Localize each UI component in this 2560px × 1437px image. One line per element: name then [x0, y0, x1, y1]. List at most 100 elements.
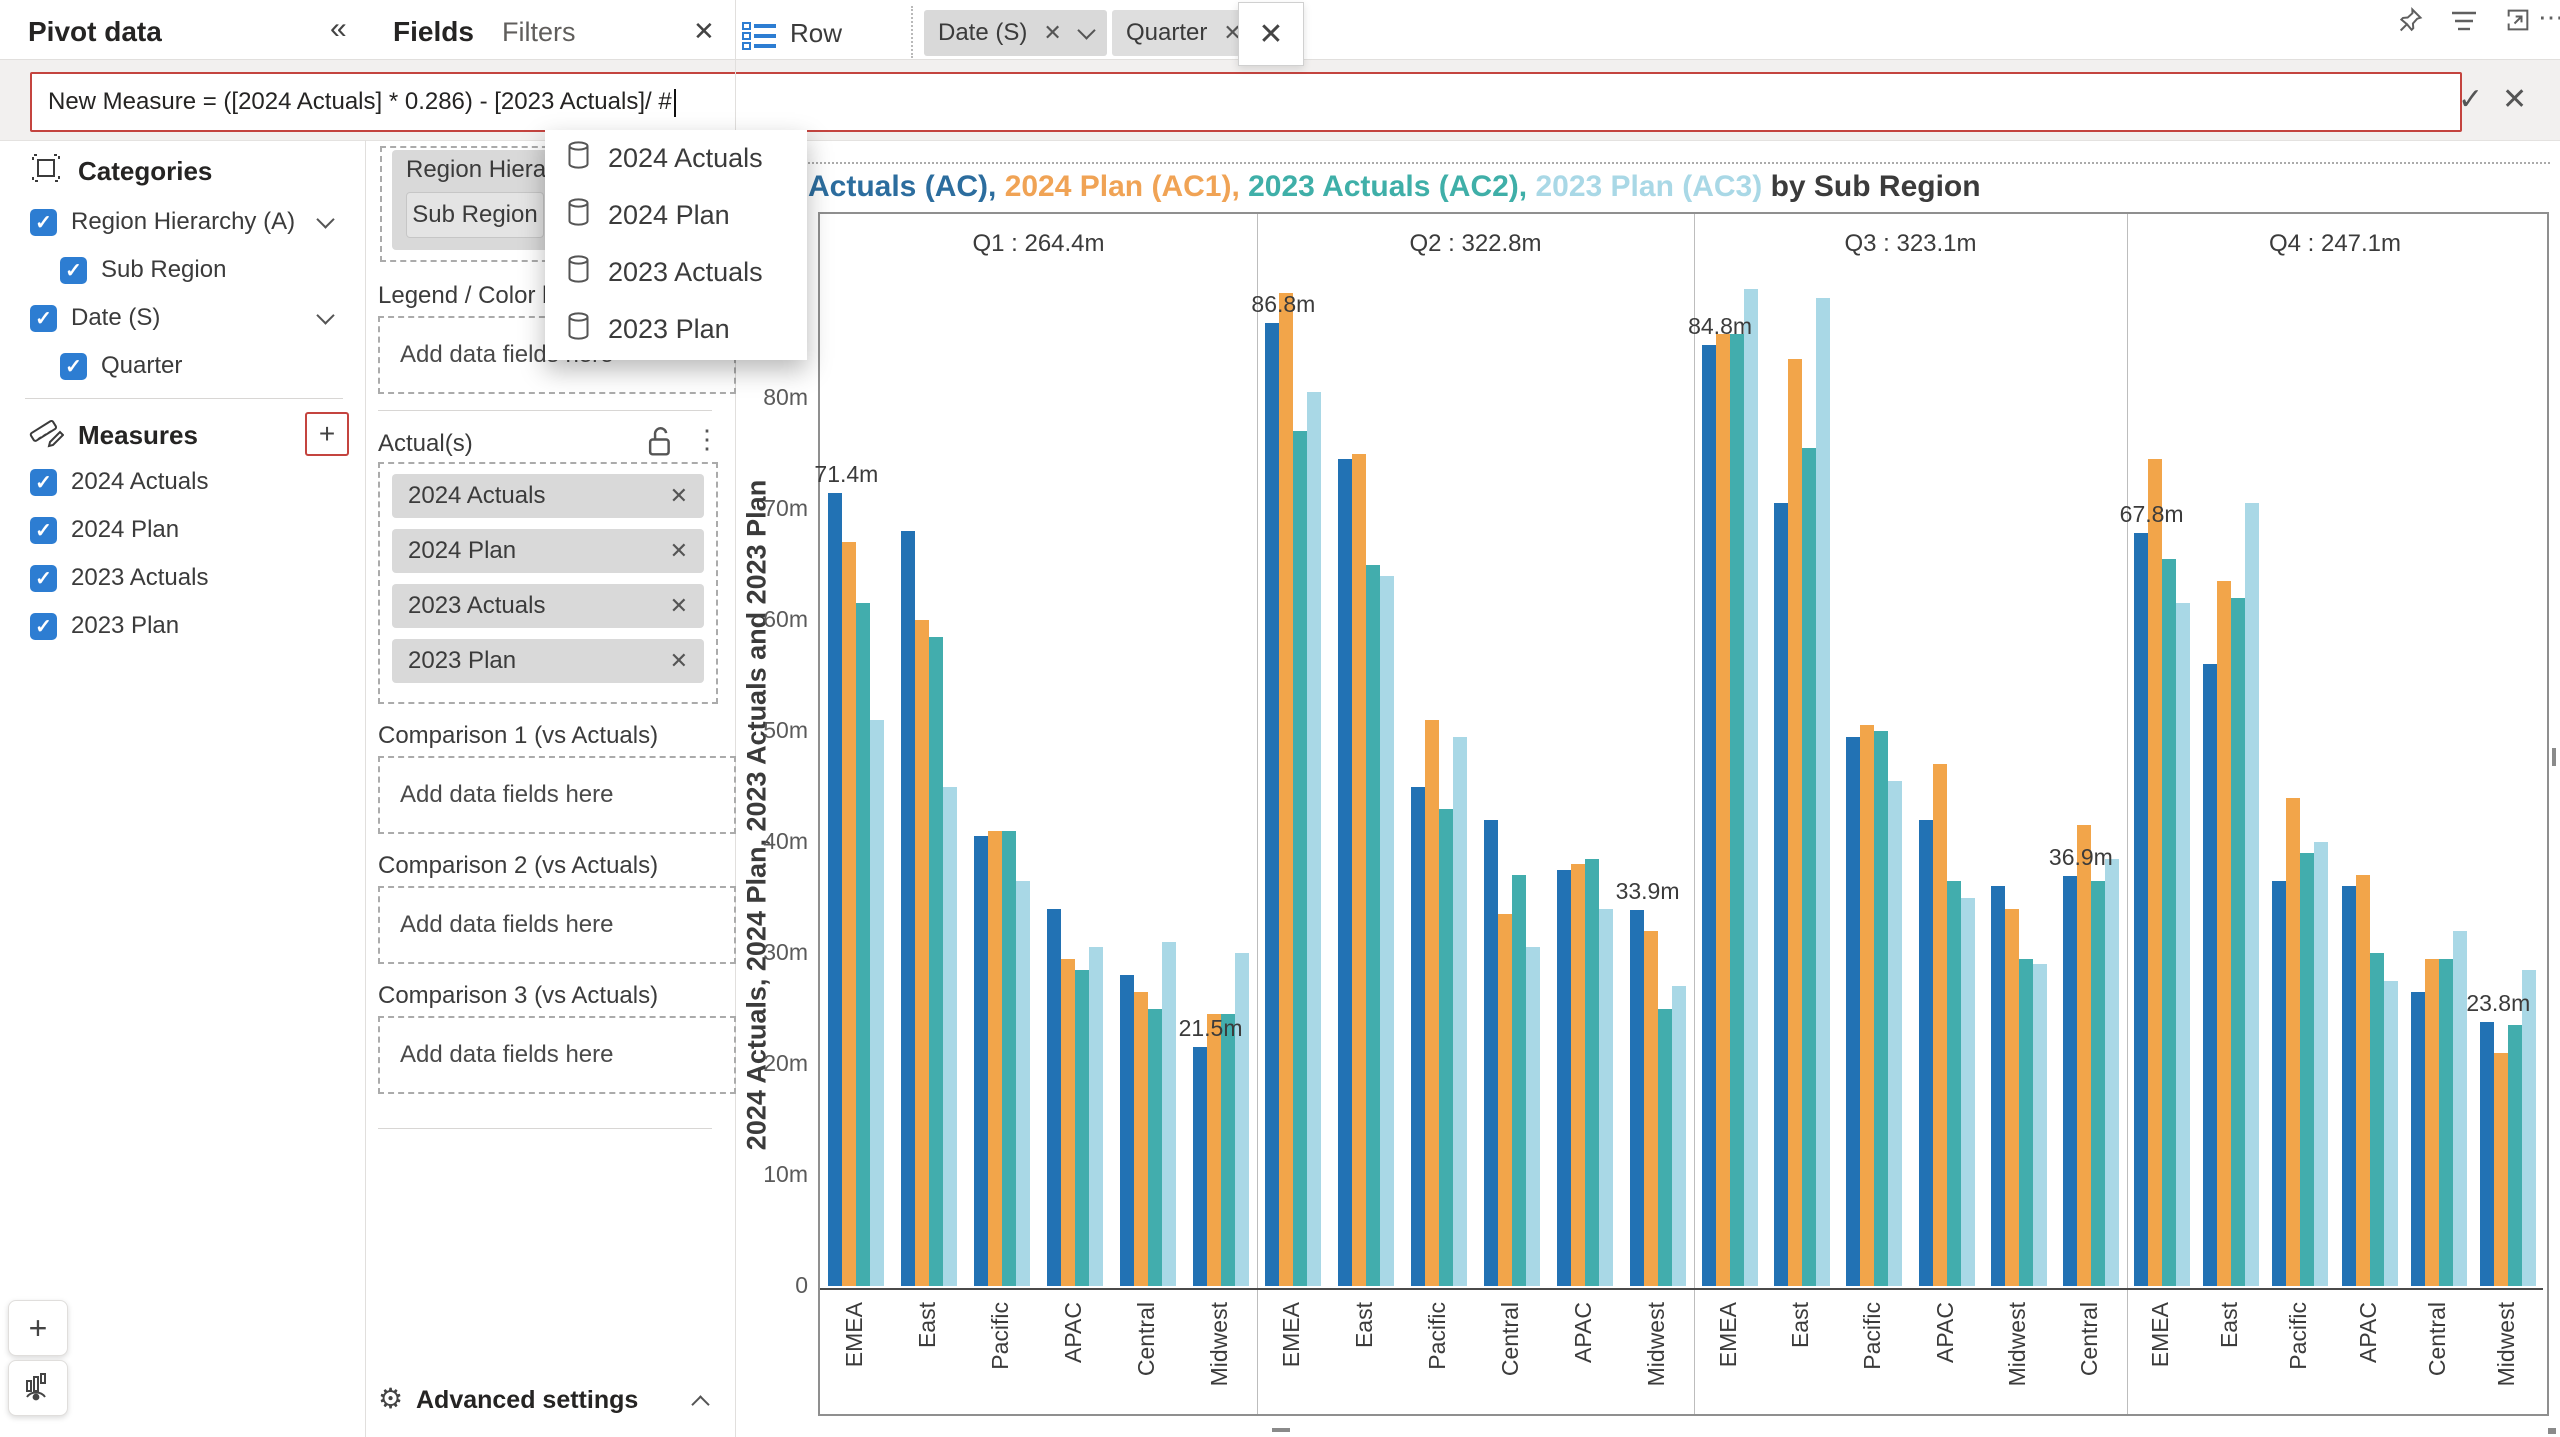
bar-2023-actuals[interactable]	[2508, 1025, 2522, 1286]
tab-fields[interactable]: Fields	[393, 16, 474, 48]
dropdown-item-2023-plan[interactable]: 2023 Plan	[545, 301, 807, 358]
measure-autocomplete-dropdown[interactable]: 2024 Actuals2024 Plan2023 Actuals2023 Pl…	[545, 130, 807, 360]
bar-2024-actuals[interactable]	[2063, 876, 2077, 1286]
chevron-up-icon[interactable]	[691, 1395, 709, 1413]
bar-2023-plan[interactable]	[870, 720, 884, 1286]
bar-2023-plan[interactable]	[2245, 503, 2259, 1286]
unlock-icon[interactable]	[645, 426, 675, 463]
chart-plot-area[interactable]: Q1 : 264.4mEMEAEastPacificAPACCentralMid…	[818, 212, 2549, 1416]
checkbox-checked-icon[interactable]: ✓	[60, 257, 87, 284]
checkbox-checked-icon[interactable]: ✓	[30, 517, 57, 544]
dropdown-item-2024-plan[interactable]: 2024 Plan	[545, 187, 807, 244]
bar-2024-plan[interactable]	[1933, 764, 1947, 1286]
bar-2023-actuals[interactable]	[2370, 953, 2384, 1286]
checkbox-checked-icon[interactable]: ✓	[60, 353, 87, 380]
bar-2023-plan[interactable]	[1089, 947, 1103, 1286]
category-item-quarter[interactable]: ✓Quarter	[30, 342, 350, 390]
category-item-sub-region[interactable]: ✓Sub Region	[30, 246, 350, 294]
field-chip-date[interactable]: Date (S) ✕	[924, 10, 1107, 56]
bar-2023-actuals[interactable]	[1002, 831, 1016, 1286]
remove-field-icon[interactable]: ✕	[670, 483, 688, 509]
fields-panel-close-icon[interactable]: ✕	[693, 16, 715, 47]
bar-2023-actuals[interactable]	[1366, 565, 1380, 1287]
bar-2024-actuals[interactable]	[1630, 910, 1644, 1286]
bar-2023-plan[interactable]	[1016, 881, 1030, 1286]
bar-2024-actuals[interactable]	[1338, 459, 1352, 1286]
bar-2023-actuals[interactable]	[2019, 959, 2033, 1286]
checkbox-checked-icon[interactable]: ✓	[30, 469, 57, 496]
bar-2024-actuals[interactable]	[2411, 992, 2425, 1286]
bar-2024-plan[interactable]	[1498, 914, 1512, 1286]
bar-2024-actuals[interactable]	[1919, 820, 1933, 1286]
pin-icon[interactable]	[2396, 6, 2424, 39]
bar-2023-plan[interactable]	[2105, 859, 2119, 1286]
bar-2023-plan[interactable]	[1744, 289, 1758, 1286]
resize-handle-bottom[interactable]	[1272, 1428, 1290, 1432]
row-chip-sub-region[interactable]: Sub Region	[406, 192, 544, 238]
bar-2024-plan[interactable]	[2494, 1053, 2508, 1286]
bar-2024-plan[interactable]	[1644, 931, 1658, 1286]
bar-2024-plan[interactable]	[1860, 725, 1874, 1286]
actuals-chip-2024-actuals[interactable]: 2024 Actuals✕	[392, 474, 704, 518]
bar-2023-plan[interactable]	[1888, 781, 1902, 1286]
measure-formula-input[interactable]: New Measure = ([2024 Actuals] * 0.286) -…	[30, 72, 2462, 132]
bar-2023-actuals[interactable]	[1439, 809, 1453, 1286]
bar-2023-actuals[interactable]	[929, 637, 943, 1286]
bar-2024-plan[interactable]	[1279, 293, 1293, 1286]
bar-2024-actuals[interactable]	[974, 836, 988, 1286]
checkbox-checked-icon[interactable]: ✓	[30, 565, 57, 592]
checkbox-checked-icon[interactable]: ✓	[30, 305, 57, 332]
measure-item-2023-actuals[interactable]: ✓2023 Actuals	[30, 554, 350, 602]
bar-2024-plan[interactable]	[1716, 334, 1730, 1286]
bar-2023-actuals[interactable]	[1148, 1009, 1162, 1287]
chevron-down-icon[interactable]	[316, 210, 334, 228]
bar-2024-plan[interactable]	[2425, 959, 2439, 1286]
bar-2024-plan[interactable]	[988, 831, 1002, 1286]
more-options-icon[interactable]: ⋯	[2538, 2, 2560, 33]
bar-2023-actuals[interactable]	[2091, 881, 2105, 1286]
remove-field-icon[interactable]: ✕	[1043, 20, 1061, 46]
bar-2024-actuals[interactable]	[2342, 886, 2356, 1286]
cancel-formula-button[interactable]: ✕	[2502, 82, 2527, 117]
remove-field-icon[interactable]: ✕	[670, 593, 688, 619]
chart-preview-button[interactable]	[8, 1360, 68, 1416]
bar-2023-actuals[interactable]	[2439, 959, 2453, 1286]
bar-2023-plan[interactable]	[1235, 953, 1249, 1286]
actuals-drop-zone[interactable]: 2024 Actuals✕2024 Plan✕2023 Actuals✕2023…	[378, 462, 718, 704]
bar-2024-plan[interactable]	[1571, 864, 1585, 1286]
bar-2024-actuals[interactable]	[828, 493, 842, 1286]
bar-2023-plan[interactable]	[1162, 942, 1176, 1286]
comparison-2-drop-zone[interactable]: Add data fields here	[378, 886, 736, 964]
bar-2023-actuals[interactable]	[856, 603, 870, 1286]
tab-filters[interactable]: Filters	[502, 17, 576, 48]
bar-2023-actuals[interactable]	[2162, 559, 2176, 1286]
bar-2023-plan[interactable]	[2176, 603, 2190, 1286]
filter-lines-icon[interactable]	[2450, 10, 2478, 37]
kebab-menu-icon[interactable]: ⋮	[694, 424, 720, 455]
bar-2023-actuals[interactable]	[2231, 598, 2245, 1286]
bar-2023-actuals[interactable]	[1730, 334, 1744, 1286]
bar-2023-plan[interactable]	[1599, 909, 1613, 1286]
bar-2024-actuals[interactable]	[1193, 1047, 1207, 1286]
comparison-3-drop-zone[interactable]: Add data fields here	[378, 1016, 736, 1094]
bar-2023-plan[interactable]	[1961, 898, 1975, 1287]
bar-2023-plan[interactable]	[1380, 576, 1394, 1286]
bar-2024-plan[interactable]	[2217, 581, 2231, 1286]
bar-2024-actuals[interactable]	[2480, 1022, 2494, 1286]
bar-2024-plan[interactable]	[1352, 454, 1366, 1287]
bar-2024-plan[interactable]	[842, 542, 856, 1286]
bar-2023-plan[interactable]	[1307, 392, 1321, 1286]
dropdown-item-2023-actuals[interactable]: 2023 Actuals	[545, 244, 807, 301]
bar-2024-plan[interactable]	[2148, 459, 2162, 1286]
measure-item-2024-plan[interactable]: ✓2024 Plan	[30, 506, 350, 554]
chevron-down-icon[interactable]	[316, 306, 334, 324]
bar-2023-plan[interactable]	[1453, 737, 1467, 1286]
bar-2024-actuals[interactable]	[1120, 975, 1134, 1286]
bar-2023-plan[interactable]	[2384, 981, 2398, 1286]
bar-2024-actuals[interactable]	[1991, 886, 2005, 1286]
bar-2023-plan[interactable]	[1816, 298, 1830, 1286]
dropdown-item-2024-actuals[interactable]: 2024 Actuals	[545, 130, 807, 187]
bar-2023-actuals[interactable]	[1874, 731, 1888, 1286]
bar-2024-actuals[interactable]	[1846, 737, 1860, 1286]
bar-2024-actuals[interactable]	[2272, 881, 2286, 1286]
